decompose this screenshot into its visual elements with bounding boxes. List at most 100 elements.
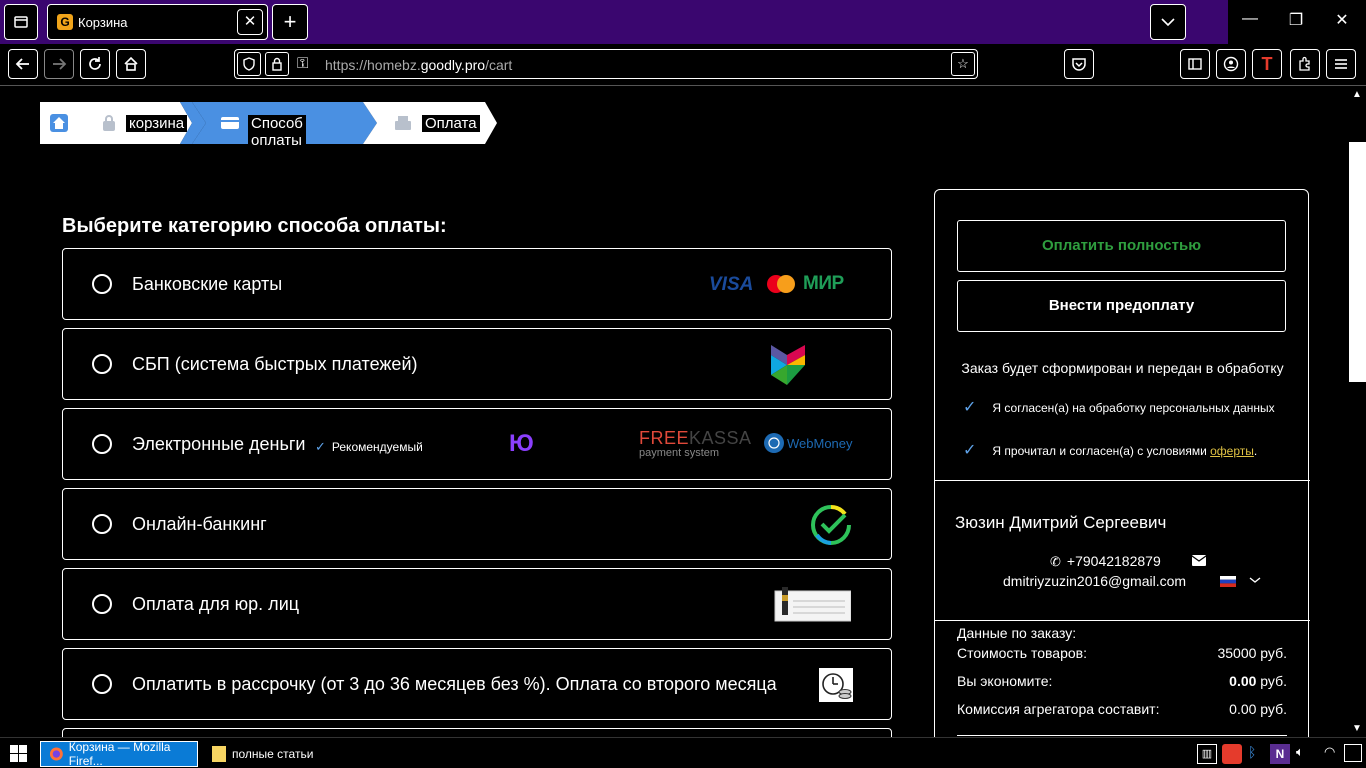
arrow-left-icon xyxy=(15,58,29,70)
breadcrumb-home-button[interactable] xyxy=(50,114,68,132)
volume-icon[interactable]: 🔈︎ xyxy=(1296,744,1304,760)
summary-value: 0.00 руб. xyxy=(1229,673,1287,689)
tray-opera-icon[interactable] xyxy=(1222,744,1242,764)
taskbar-firefox-label: Корзина — Mozilla Firef... xyxy=(68,740,171,768)
summary-value-number: 0.00 xyxy=(1229,673,1257,689)
back-button[interactable] xyxy=(8,49,38,79)
pay-full-button[interactable]: Оплатить полностью xyxy=(957,220,1286,272)
radio-button[interactable] xyxy=(92,274,112,294)
installment-clock-icon xyxy=(819,668,853,702)
radio-button[interactable] xyxy=(92,354,112,374)
forward-button[interactable] xyxy=(44,49,74,79)
scroll-down-icon[interactable]: ▼ xyxy=(1352,723,1362,734)
bookmark-star-icon[interactable]: ☆ xyxy=(951,52,975,76)
tray-app-icon[interactable]: ▥ xyxy=(1197,744,1217,764)
tab-bar: G Корзина ✕ + — ❐ ✕ xyxy=(0,0,1366,44)
payment-method-label: Оплата для юр. лиц xyxy=(132,594,300,614)
tab-cart[interactable]: G Корзина ✕ xyxy=(47,4,268,40)
lock-icon[interactable] xyxy=(265,52,289,76)
freekassa-logo-a: FREE xyxy=(639,428,690,448)
chevron-down-icon xyxy=(1161,18,1175,27)
site-favicon-icon: G xyxy=(57,14,73,30)
summary-value: 0.00 руб. xyxy=(1229,701,1287,717)
bag-icon xyxy=(103,115,115,131)
tab-title: Корзина xyxy=(78,15,128,30)
radio-button[interactable] xyxy=(92,674,112,694)
url-path: /cart xyxy=(485,57,513,73)
radio-button[interactable] xyxy=(92,514,112,534)
scroll-up-icon[interactable]: ▲ xyxy=(1352,89,1362,100)
windows-taskbar: Корзина — Mozilla Firef... полные статьи… xyxy=(0,737,1366,768)
payment-method-sbp[interactable]: СБП (система быстрых платежей) xyxy=(62,328,892,400)
taskbar-folder[interactable]: полные статьи xyxy=(206,741,356,767)
windows-start-icon[interactable] xyxy=(10,745,27,762)
sidebar-button[interactable] xyxy=(1180,49,1210,79)
breadcrumb-payment-method[interactable]: Способ оплаты xyxy=(248,115,306,149)
new-tab-button[interactable]: + xyxy=(272,4,308,40)
payment-method-more[interactable] xyxy=(62,728,892,737)
prepay-button[interactable]: Внести предоплату xyxy=(957,280,1286,332)
extension-t-icon[interactable]: T xyxy=(1252,49,1282,79)
chevron-down-icon[interactable] xyxy=(1249,576,1261,584)
key-icon[interactable]: ⚿ xyxy=(297,55,308,72)
list-all-tabs-button[interactable] xyxy=(1150,4,1186,40)
order-panel: Оплатить полностью Внести предоплату Зак… xyxy=(934,189,1310,737)
firefox-icon xyxy=(49,747,63,761)
recommended-label: Рекомендуемый xyxy=(331,440,423,454)
breadcrumb-payment[interactable]: Оплата xyxy=(422,115,480,132)
payment-method-bank-cards[interactable]: Банковские карты VISA МИР xyxy=(62,248,892,320)
wifi-icon[interactable]: ◠ xyxy=(1324,744,1335,760)
summary-value-unit: руб. xyxy=(1256,673,1287,689)
agree-offer-label: Я прочитал и согласен(а) с условиями xyxy=(992,444,1211,458)
pocket-button[interactable] xyxy=(1064,49,1094,79)
home-button[interactable] xyxy=(116,49,146,79)
payment-method-emoney[interactable]: Электронные деньги ✓ Рекомендуемый Ю FREE… xyxy=(62,408,892,480)
radio-button[interactable] xyxy=(92,594,112,614)
cash-register-icon xyxy=(395,116,411,130)
url-text[interactable]: https://homebz.goodly.pro/cart xyxy=(325,57,512,73)
notifications-icon[interactable] xyxy=(1344,744,1362,762)
reload-button[interactable] xyxy=(80,49,110,79)
divider xyxy=(957,735,1287,736)
payment-method-label: Онлайн-банкинг xyxy=(132,514,267,534)
menu-button[interactable] xyxy=(1326,49,1356,79)
payment-method-label: Оплатить в рассрочку (от 3 до 36 месяцев… xyxy=(132,674,777,694)
agree-offer[interactable]: ✓ Я прочитал и согласен(а) с условиями оф… xyxy=(963,440,1257,460)
bluetooth-icon[interactable]: ᛒ xyxy=(1248,744,1256,760)
puzzle-icon xyxy=(1299,56,1310,71)
check-icon[interactable]: ✓ xyxy=(963,399,976,416)
extensions-button[interactable] xyxy=(1290,49,1320,79)
divider xyxy=(935,620,1310,621)
scrollbar-thumb[interactable] xyxy=(1349,142,1366,382)
taskbar-firefox[interactable]: Корзина — Mozilla Firef... xyxy=(40,740,198,768)
url-bar[interactable]: ⚿ https://homebz.goodly.pro/cart ☆ xyxy=(234,49,978,79)
firefox-view-button[interactable] xyxy=(4,4,38,40)
summary-row-savings: Вы экономите: 0.00 руб. xyxy=(957,673,1287,689)
agree-personal-data[interactable]: ✓ Я согласен(а) на обработку персональных… xyxy=(963,397,1275,417)
account-icon xyxy=(1223,56,1239,72)
breadcrumb-cart[interactable]: корзина xyxy=(126,115,188,132)
payment-method-installment[interactable]: Оплатить в рассрочку (от 3 до 36 месяцев… xyxy=(62,648,892,720)
payment-method-label: Банковские карты xyxy=(132,274,283,294)
yoomoney-logo: Ю xyxy=(509,430,534,457)
webmoney-logo: WebMoney xyxy=(787,436,853,451)
freekassa-logo: FREEKASSA xyxy=(639,428,752,449)
invoice-icon xyxy=(774,587,851,622)
tray-n-icon[interactable]: N xyxy=(1270,744,1290,764)
close-window-button[interactable]: ✕ xyxy=(1332,10,1352,30)
offer-link[interactable]: оферты xyxy=(1210,444,1254,458)
restore-button[interactable]: ❐ xyxy=(1286,10,1306,30)
close-tab-button[interactable]: ✕ xyxy=(237,9,263,35)
check-icon[interactable]: ✓ xyxy=(963,442,976,459)
summary-label: Вы экономите: xyxy=(957,673,1053,689)
visa-logo: VISA xyxy=(709,274,754,295)
payment-method-legal-entity[interactable]: Оплата для юр. лиц xyxy=(62,568,892,640)
payment-method-online-banking[interactable]: Онлайн-банкинг xyxy=(62,488,892,560)
order-note: Заказ будет сформирован и передан в обра… xyxy=(961,360,1284,376)
account-button[interactable] xyxy=(1216,49,1246,79)
page-scrollbar[interactable]: ▲ ▼ xyxy=(1349,87,1366,737)
minimize-button[interactable]: — xyxy=(1240,10,1260,28)
radio-button[interactable] xyxy=(92,434,112,454)
tracking-protection-icon[interactable] xyxy=(237,52,261,76)
summary-value: 35000 руб. xyxy=(1217,645,1287,661)
